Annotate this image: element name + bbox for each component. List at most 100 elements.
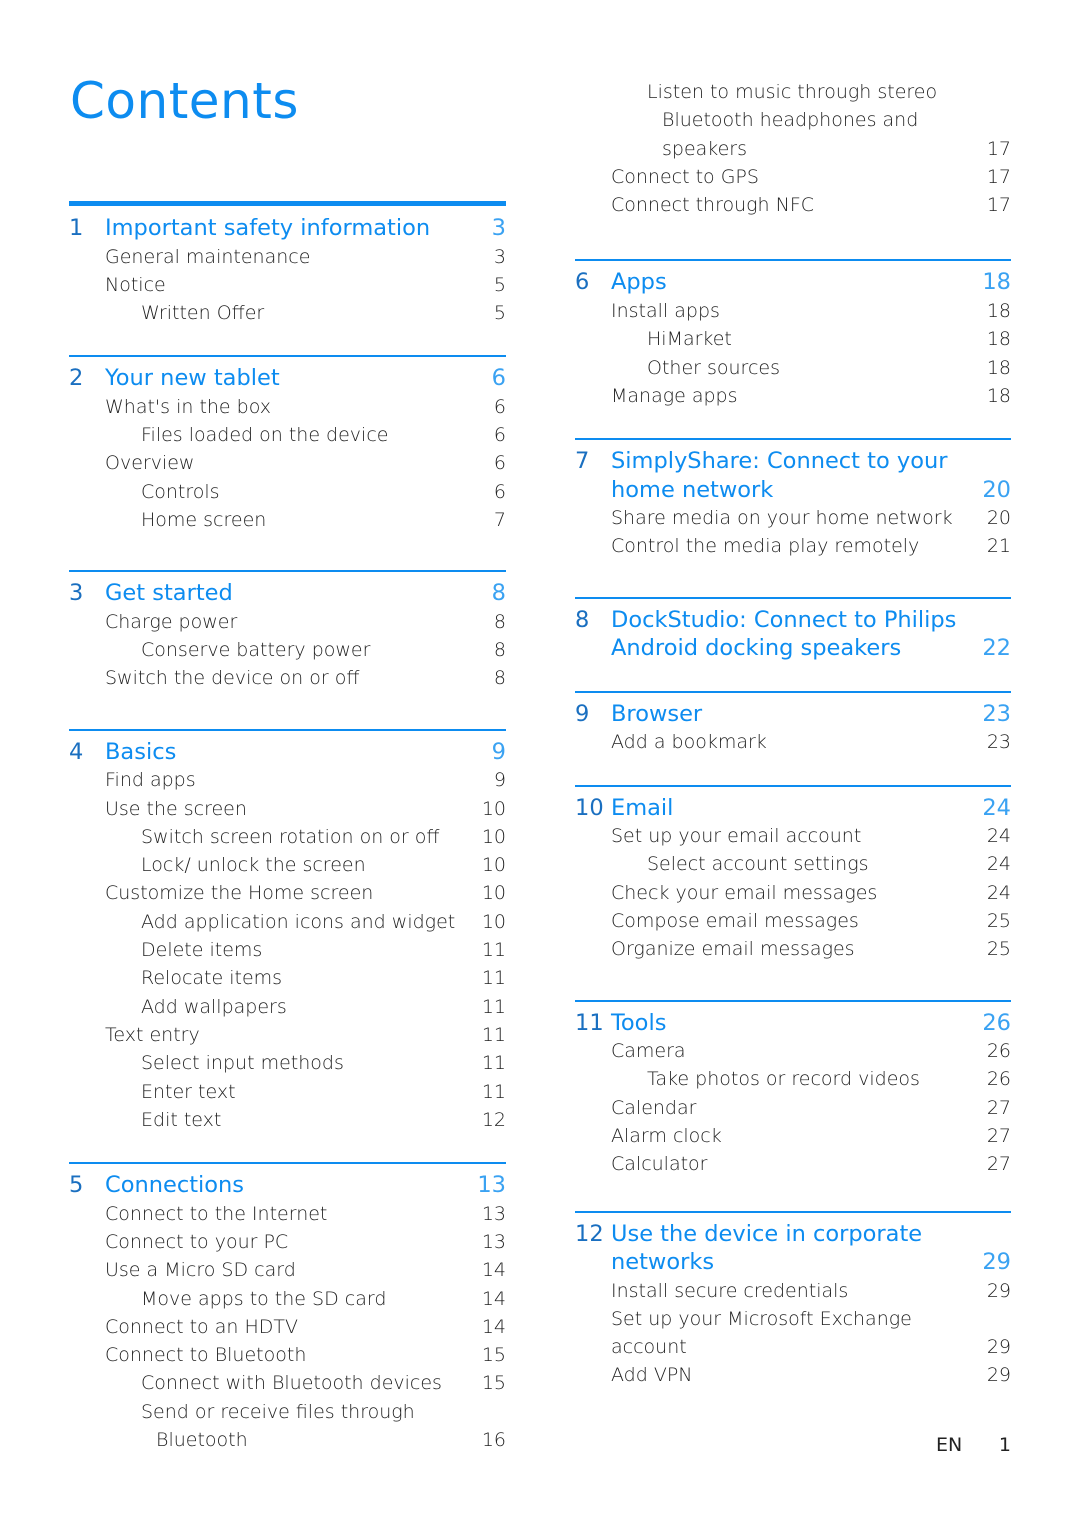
toc-section-heading[interactable]: 2 Your new tablet 6 [69,364,506,393]
toc-entry[interactable]: Use a Micro SD card 14 [69,1256,506,1284]
toc-entry[interactable]: Control the media play remotely 21 [575,532,1011,560]
toc-entry[interactable]: Check your email messages 24 [575,879,1011,907]
toc-entry[interactable]: Connect to GPS 17 [575,163,1011,191]
toc-entry[interactable]: Calculator 27 [575,1150,1011,1178]
toc-section-heading[interactable]: 4 Basics 9 [69,738,506,767]
toc-entry-label-line: Check your email messages [611,881,878,904]
toc-entry-label: Find apps [105,766,476,794]
section-title: Email [611,794,981,823]
toc-entry-label-line: Connect to GPS [611,165,759,188]
toc-entry[interactable]: Organize email messages 25 [575,935,1011,963]
toc-entry[interactable]: Use the screen 10 [69,795,506,823]
toc-entry[interactable]: Install secure credentials 29 [575,1277,1011,1305]
toc-entry[interactable]: Customize the Home screen 10 [69,879,506,907]
toc-entry[interactable]: Camera 26 [575,1037,1011,1065]
toc-entry[interactable]: Switch screen rotation on or off 10 [69,823,506,851]
toc-entry-label: Add application icons and widget [141,908,476,936]
toc-entry[interactable]: Connect to an HDTV 14 [69,1313,506,1341]
toc-entry[interactable]: Install apps 18 [575,297,1011,325]
toc-entry[interactable]: Compose email messages 25 [575,907,1011,935]
toc-entry-label: Send or receive files through Bluetooth [141,1398,476,1455]
toc-section-heading[interactable]: 9 Browser 23 [575,700,1011,729]
section-page: 26 [982,1009,1011,1036]
toc-entry[interactable]: General maintenance 3 [69,243,506,271]
toc-entry[interactable]: Find apps 9 [69,766,506,794]
toc-section-heading[interactable]: 3 Get started 8 [69,579,506,608]
toc-entry-label-line: Edit text [141,1108,222,1131]
toc-entry[interactable]: Connect to Bluetooth 15 [69,1341,506,1369]
toc-entry-label-line: Add wallpapers [141,995,287,1018]
toc-entry[interactable]: Set up your email account 24 [575,822,1011,850]
toc-section-heading[interactable]: 12 Use the device in corporate networks 29 [575,1220,1011,1277]
toc-entry[interactable]: Lock/ unlock the screen 10 [69,851,506,879]
toc-entry[interactable]: Connect to your PC 13 [69,1228,506,1256]
toc-entry-label: Move apps to the SD card [141,1285,476,1313]
toc-entry-label-line: Install apps [611,299,720,322]
toc-entry[interactable]: Other sources 18 [575,354,1011,382]
toc-entry-label-line: Manage apps [611,384,738,407]
toc-entry[interactable]: Switch the device on or off 8 [69,664,506,692]
toc-section: 5 Connections 13 Connect to the Internet 13 C… [69,1162,506,1454]
toc-entry[interactable]: HiMarket 18 [575,325,1011,353]
toc-entry[interactable]: Home screen 7 [69,506,506,534]
toc-entry-label-line: Files loaded on the device [141,424,389,447]
section-number: 1 [69,215,84,241]
toc-entry[interactable]: Take photos or record videos 26 [575,1065,1011,1093]
toc-entry-page: 25 [986,938,1011,961]
toc-entry[interactable]: Connect to the Internet 13 [69,1200,506,1228]
toc-entry[interactable]: Enter text 11 [69,1078,506,1106]
toc-entry[interactable]: Notice 5 [69,271,506,299]
toc-entry-label-line: General maintenance [105,245,311,268]
toc-entry[interactable]: Select input methods 11 [69,1049,506,1077]
toc-entry-page: 21 [986,535,1011,558]
toc-entry-page: 10 [481,825,506,848]
toc-entry[interactable]: Manage apps 18 [575,382,1011,410]
toc-entry[interactable]: Connect through NFC 17 [575,191,1011,219]
toc-entry[interactable]: Add wallpapers 11 [69,993,506,1021]
toc-entry[interactable]: Select account settings 24 [575,850,1011,878]
toc-entry[interactable]: Conserve battery power 8 [69,636,506,664]
toc-entry-page: 29 [986,1336,1011,1359]
toc-entry-page: 18 [986,384,1011,407]
toc-entry-label-line: Move apps to the SD card [141,1287,387,1310]
toc-section-heading[interactable]: 10 Email 24 [575,794,1011,823]
toc-entry[interactable]: Files loaded on the device 6 [69,421,506,449]
toc-entry[interactable]: Add application icons and widget 10 [69,908,506,936]
toc-entry[interactable]: Connect with Bluetooth devices 15 [69,1369,506,1397]
section-page: 6 [491,365,506,392]
toc-entry-label: Camera [611,1037,981,1065]
section-number: 7 [575,448,590,475]
toc-section-heading[interactable]: 8 DockStudio: Connect to Philips Android d… [575,606,1011,663]
toc-section: 10 Email 24 Set up your email account 24 Sele… [575,784,1011,964]
toc-entry[interactable]: Calendar 27 [575,1094,1011,1122]
toc-entry[interactable]: Send or receive files through Bluetooth 16 [69,1398,506,1455]
toc-entry[interactable]: Set up your Microsoft Exchange account 29 [575,1305,1011,1362]
toc-section-heading[interactable]: 11 Tools 26 [575,1009,1011,1038]
toc-entry[interactable]: What's in the box 6 [69,393,506,421]
toc-entry[interactable]: Delete items 11 [69,936,506,964]
toc-entry-label-line: Delete items [141,939,263,962]
toc-entry[interactable]: Charge power 8 [69,608,506,636]
toc-entry-label-line: Add a bookmark [611,731,767,754]
toc-entry[interactable]: Add VPN 29 [575,1361,1011,1389]
toc-section-heading[interactable]: 1 Important safety information 3 [69,214,506,243]
toc-entry-page: 6 [493,480,506,503]
toc-entry[interactable]: Add a bookmark 23 [575,728,1011,756]
toc-entry[interactable]: Alarm clock 27 [575,1122,1011,1150]
toc-entry[interactable]: Edit text 12 [69,1106,506,1134]
toc-entry[interactable]: Listen to music through stereo Bluetooth … [575,78,1011,163]
toc-entry-label: Calendar [611,1094,981,1122]
toc-entry[interactable]: Move apps to the SD card 14 [69,1285,506,1313]
toc-entry[interactable]: Overview 6 [69,449,506,477]
toc-section-heading[interactable]: 7 SimplyShare: Connect to your home networ… [575,447,1011,504]
toc-entry[interactable]: Text entry 11 [69,1021,506,1049]
toc-section-heading[interactable]: 6 Apps 18 [575,268,1011,297]
toc-section-heading[interactable]: 5 Connections 13 [69,1171,506,1200]
toc-entry[interactable]: Relocate items 11 [69,964,506,992]
toc-entry-label-line: Conserve battery power [141,639,371,662]
toc-entry-page: 25 [986,909,1011,932]
toc-entry[interactable]: Controls 6 [69,478,506,506]
toc-entry-page: 6 [493,395,506,418]
toc-entry[interactable]: Written Offer 5 [69,299,506,327]
toc-entry[interactable]: Share media on your home network 20 [575,504,1011,532]
